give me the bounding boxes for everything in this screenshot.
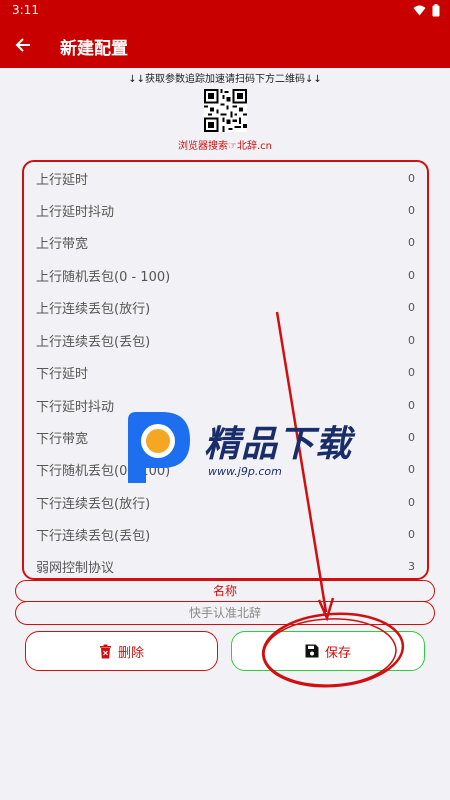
- setting-value: 0: [408, 203, 415, 217]
- setting-row[interactable]: 弱网控制协议 3: [36, 550, 415, 582]
- setting-value: 0: [408, 333, 415, 347]
- setting-label: 上行延时抖动: [36, 204, 115, 220]
- setting-value: 0: [408, 398, 415, 412]
- setting-label: 上行随机丢包(0 - 100): [36, 269, 171, 285]
- qr-code: [204, 89, 247, 132]
- setting-row[interactable]: 下行延时 0: [36, 356, 415, 388]
- setting-value: 0: [408, 365, 415, 379]
- watermark-text: 精品下载: [204, 424, 353, 465]
- setting-value: 0: [408, 235, 415, 249]
- back-button[interactable]: [8, 30, 38, 60]
- setting-value: 3: [408, 559, 415, 573]
- setting-value: 0: [408, 527, 415, 541]
- setting-label: 下行延时: [36, 366, 89, 382]
- app-bar: 新建配置: [0, 22, 450, 68]
- delete-button-label: 删除: [117, 645, 144, 661]
- search-hint: 浏览器搜索☞北辞.cn: [178, 141, 272, 152]
- wifi-icon: [413, 5, 426, 16]
- name-label: 名称: [15, 580, 435, 602]
- setting-row[interactable]: 下行连续丢包(放行) 0: [36, 486, 415, 518]
- watermark-url: www.j9p.com: [208, 465, 282, 478]
- setting-row[interactable]: 上行延时 0: [36, 162, 415, 194]
- page-title: 新建配置: [60, 39, 128, 59]
- setting-row[interactable]: 上行延时抖动 0: [36, 194, 415, 226]
- setting-label: 上行连续丢包(丢包): [36, 334, 151, 350]
- setting-value: 0: [408, 300, 415, 314]
- setting-value: 0: [408, 495, 415, 509]
- setting-label: 下行连续丢包(丢包): [36, 528, 151, 544]
- setting-label: 上行连续丢包(放行): [36, 301, 151, 317]
- status-time: 3:11: [12, 3, 39, 17]
- status-icons: [413, 4, 440, 17]
- name-input[interactable]: 快手认准北辞: [15, 601, 435, 625]
- setting-value: 0: [408, 462, 415, 476]
- watermark-logo: [128, 412, 190, 483]
- arrow-left-icon: [15, 38, 30, 52]
- save-button-label: 保存: [324, 645, 351, 661]
- status-bar: 3:11: [0, 0, 450, 22]
- setting-label: 下行延时抖动: [36, 399, 115, 415]
- trash-icon: [99, 644, 111, 658]
- setting-row[interactable]: 上行连续丢包(放行) 0: [36, 291, 415, 323]
- scan-hint: ↓↓获取参数追踪加速请扫码下方二维码↓↓: [128, 74, 322, 85]
- setting-row[interactable]: 上行连续丢包(丢包) 0: [36, 324, 415, 356]
- setting-value: 0: [408, 171, 415, 185]
- settings-list: 上行延时 0 上行延时抖动 0 上行带宽 0 上行随机丢包(0 - 100) 0…: [22, 160, 429, 580]
- setting-label: 弱网控制协议: [36, 560, 115, 576]
- delete-button[interactable]: 删除: [25, 631, 218, 671]
- setting-label: 上行带宽: [36, 236, 89, 252]
- setting-value: 0: [408, 430, 415, 444]
- setting-row[interactable]: 下行连续丢包(丢包) 0: [36, 518, 415, 550]
- floppy-disk-icon: [305, 644, 319, 658]
- setting-row[interactable]: 上行带宽 0: [36, 226, 415, 258]
- save-button[interactable]: 保存: [231, 631, 425, 671]
- setting-value: 0: [408, 268, 415, 282]
- setting-label: 下行带宽: [36, 431, 89, 447]
- setting-row[interactable]: 上行随机丢包(0 - 100) 0: [36, 259, 415, 291]
- battery-icon: [432, 4, 440, 17]
- setting-label: 下行连续丢包(放行): [36, 496, 151, 512]
- setting-label: 上行延时: [36, 172, 89, 188]
